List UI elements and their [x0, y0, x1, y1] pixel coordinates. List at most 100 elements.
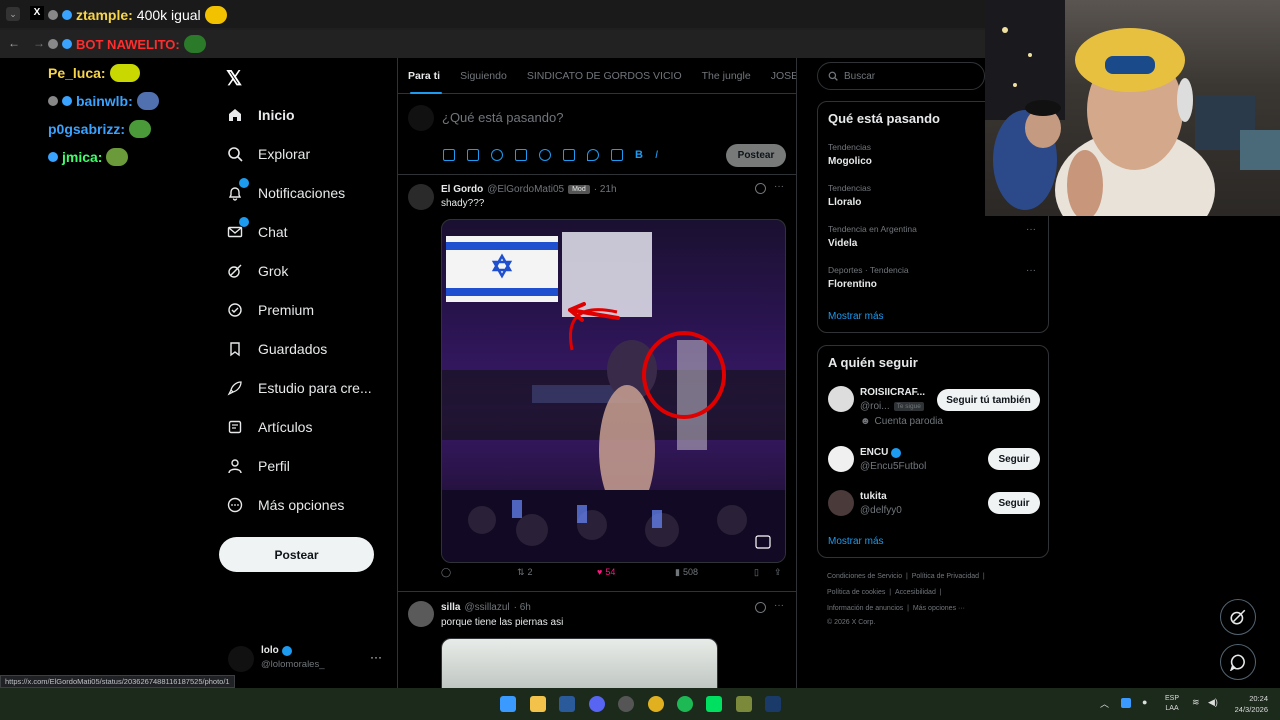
tray-chevron-icon[interactable]: ︿ — [1100, 697, 1109, 710]
x-logo-icon[interactable]: 𝕏 — [226, 66, 242, 91]
bold-icon[interactable]: B — [635, 149, 643, 161]
x-tab-favicon-icon[interactable]: X — [30, 6, 44, 20]
tweet-media-image[interactable] — [441, 638, 718, 688]
messages-float-button[interactable] — [1220, 644, 1256, 680]
account-name[interactable]: lolo — [261, 645, 292, 656]
footer-link[interactable]: Más opciones ··· — [913, 605, 965, 612]
grok-float-button[interactable] — [1220, 599, 1256, 635]
account-more-icon[interactable]: ··· — [370, 650, 382, 664]
discord-icon[interactable] — [589, 696, 605, 712]
spotify-icon[interactable] — [677, 696, 693, 712]
location-icon[interactable] — [587, 149, 599, 161]
back-arrow-icon[interactable]: ← — [8, 36, 20, 50]
minecraft-icon[interactable] — [736, 696, 752, 712]
nav-item-perfil[interactable]: Perfil — [226, 457, 290, 475]
trends-show-more[interactable]: Mostrar más — [828, 311, 884, 322]
bookmark-tweet-icon[interactable]: ▯ — [754, 567, 759, 578]
trend-item[interactable]: Tendencias Mogolico — [828, 142, 872, 167]
footer-link[interactable]: Condiciones de Servicio — [827, 573, 902, 580]
nav-item-notificaciones[interactable]: Notificaciones — [226, 178, 345, 202]
tweet-more-icon[interactable]: ··· — [774, 600, 784, 611]
views-button[interactable]: ▮ 508 — [675, 567, 698, 578]
follow-button[interactable]: Seguir — [988, 492, 1040, 514]
tab-menu-chevron-icon[interactable]: ⌄ — [6, 7, 20, 21]
trend-item[interactable]: Deportes · Tendencia Florentino — [828, 265, 909, 290]
follow-show-more[interactable]: Mostrar más — [828, 536, 884, 547]
tweet-avatar[interactable] — [408, 601, 434, 627]
tab-siguiendo[interactable]: Siguiendo — [450, 70, 517, 82]
follow-button[interactable]: Seguir — [988, 448, 1040, 470]
footer-link[interactable]: Accesibilidad — [895, 589, 936, 596]
share-icon[interactable]: ⇪ — [774, 567, 782, 578]
tweet-author-handle[interactable]: @ElGordoMati05 — [487, 184, 564, 195]
microphone-icon[interactable]: ● — [1142, 697, 1147, 707]
retweet-button[interactable]: ⇅ 2 — [517, 567, 533, 578]
tweet-time[interactable]: · 6h — [514, 602, 531, 613]
tab-sindicato[interactable]: SINDICATO DE GORDOS VICIO — [517, 70, 692, 82]
grok-tweet-icon[interactable] — [755, 183, 766, 194]
tweet-avatar[interactable] — [408, 184, 434, 210]
follow-name[interactable]: ENCU — [860, 447, 888, 458]
kick-icon[interactable] — [706, 696, 722, 712]
wifi-icon[interactable]: ≋ — [1192, 697, 1200, 708]
footer-link[interactable]: Política de Privacidad — [912, 573, 979, 580]
tweet[interactable]: silla @ssillazul · 6h ··· porque tiene l… — [398, 593, 796, 688]
steam-alt-icon[interactable] — [765, 696, 781, 712]
tab-the-jungle[interactable]: The jungle — [692, 70, 761, 82]
nav-item-chat[interactable]: Chat — [226, 217, 288, 241]
grok-compose-icon[interactable] — [491, 149, 503, 161]
like-button[interactable]: ♥ 54 — [597, 567, 615, 577]
file-explorer-icon[interactable] — [530, 696, 546, 712]
tweet-time[interactable]: · 21h — [594, 184, 617, 195]
post-button[interactable]: Postear — [219, 537, 374, 572]
flag-icon[interactable] — [611, 149, 623, 161]
compose-input[interactable]: ¿Qué está pasando? — [442, 110, 563, 125]
nav-item-explorar[interactable]: Explorar — [226, 145, 310, 163]
follow-name[interactable]: tukita — [860, 491, 887, 502]
footer-link[interactable]: Información de anuncios — [827, 605, 903, 612]
trend-item[interactable]: Tendencias Lloralo — [828, 183, 871, 208]
nav-item-estudio[interactable]: Estudio para cre... — [226, 379, 372, 397]
trend-more-icon[interactable]: ··· — [1026, 265, 1036, 276]
trend-item[interactable]: Tendencia en Argentina Videla — [828, 224, 917, 249]
schedule-icon[interactable] — [563, 149, 575, 161]
windows-start-icon[interactable] — [500, 696, 516, 712]
tab-para-ti[interactable]: Para ti — [398, 70, 450, 82]
follow-avatar[interactable] — [828, 386, 854, 412]
nav-item-premium[interactable]: Premium — [226, 301, 314, 319]
emoji-icon[interactable] — [539, 149, 551, 161]
account-avatar[interactable] — [228, 646, 254, 672]
tray-app-icon[interactable] — [1121, 698, 1131, 708]
follow-back-button[interactable]: Seguir tú también — [937, 389, 1040, 411]
reply-icon[interactable]: ◯ — [441, 567, 451, 578]
image-icon[interactable] — [443, 149, 455, 161]
nav-item-inicio[interactable]: Inicio — [226, 106, 295, 124]
tweet-author-handle[interactable]: @ssillazul — [464, 602, 509, 613]
nav-item-articulos[interactable]: Artículos — [226, 418, 312, 436]
follow-name[interactable]: ROISIICRAF... — [860, 387, 925, 398]
tab-joseo[interactable]: JOSEO — [761, 70, 796, 82]
nav-item-guardados[interactable]: Guardados — [226, 340, 327, 358]
language-indicator[interactable]: ESP LAA — [1165, 694, 1179, 714]
tweet-media-image[interactable] — [441, 219, 786, 563]
tweet-author-name[interactable]: El Gordo — [441, 184, 483, 195]
tweet-more-icon[interactable]: ··· — [774, 181, 784, 192]
obs-icon[interactable] — [618, 696, 634, 712]
compose-post-button[interactable]: Postear — [726, 144, 786, 167]
gif-icon[interactable] — [467, 149, 479, 161]
nav-item-grok[interactable]: Grok — [226, 262, 288, 280]
italic-icon[interactable]: I — [655, 149, 658, 161]
grok-tweet-icon[interactable] — [755, 602, 766, 613]
volume-icon[interactable]: ◀) — [1208, 697, 1218, 708]
steam-icon[interactable] — [559, 696, 575, 712]
trend-more-icon[interactable]: ··· — [1026, 224, 1036, 235]
poll-icon[interactable] — [515, 149, 527, 161]
forward-arrow-icon[interactable]: → — [33, 36, 45, 50]
tweet-author-name[interactable]: silla — [441, 602, 460, 613]
nav-item-mas-opciones[interactable]: Más opciones — [226, 496, 344, 514]
tweet[interactable]: El Gordo @ElGordoMati05 Mod · 21h ··· sh… — [398, 176, 796, 592]
footer-link[interactable]: Política de cookies — [827, 589, 885, 596]
follow-avatar[interactable] — [828, 446, 854, 472]
clock[interactable]: 20:24 24/3/2026 — [1228, 693, 1268, 715]
search-box[interactable]: Buscar — [817, 62, 985, 90]
